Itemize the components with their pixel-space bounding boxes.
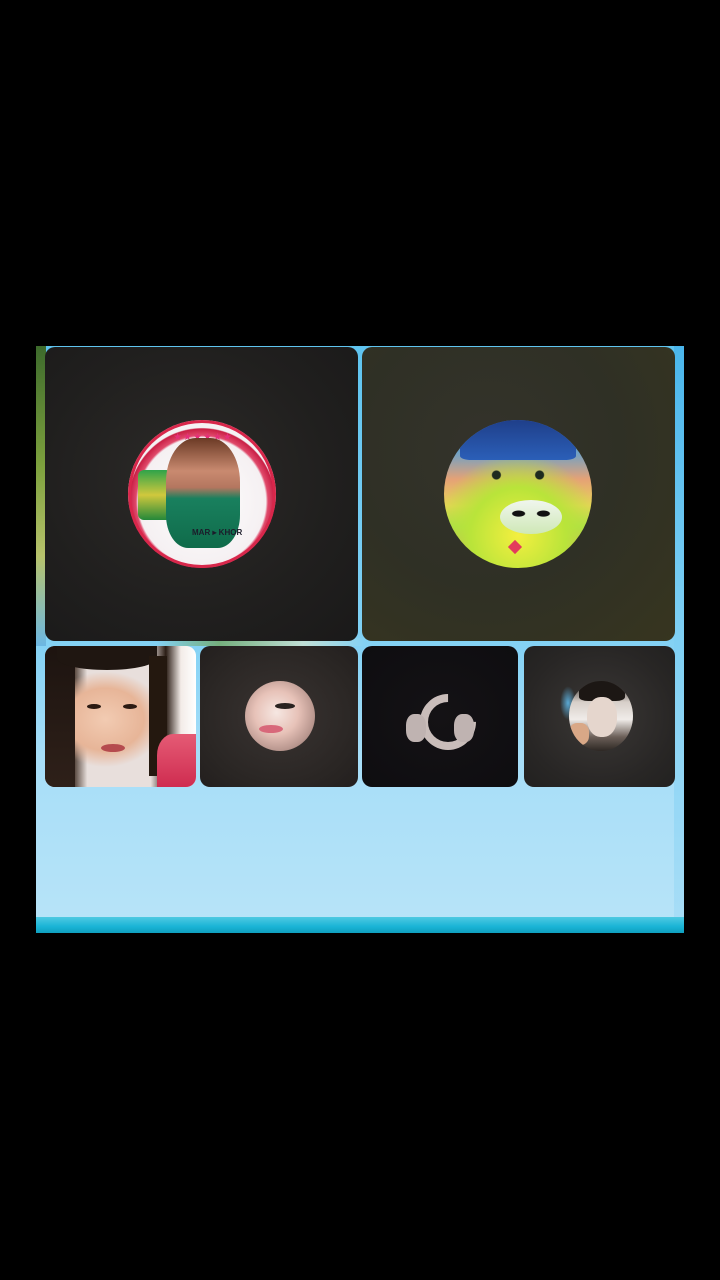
participant-tile-5[interactable] <box>362 646 518 787</box>
participant-tile-4[interactable] <box>200 646 358 787</box>
badge-avatar-icon: ★★★★★★ MAR ▸ KHOR <box>128 420 276 568</box>
participant-tile-6[interactable] <box>524 646 675 787</box>
stage-bottom-bar <box>36 917 684 933</box>
badge-label: MAR ▸ KHOR <box>192 528 243 537</box>
video-call-stage: ★★★★★★ MAR ▸ KHOR <box>36 346 684 933</box>
background-sky-edge <box>674 346 684 933</box>
person-video <box>45 646 196 787</box>
avatar-eye <box>275 703 295 709</box>
man-avatar-icon <box>569 681 633 751</box>
avatar-eyes <box>482 468 554 482</box>
video-eye-right <box>123 704 137 709</box>
video-hair-left <box>45 646 75 787</box>
avatar-lips <box>259 725 283 733</box>
joker-face <box>500 500 562 534</box>
participant-tile-3[interactable] <box>45 646 196 787</box>
video-eye-left <box>87 704 101 709</box>
joker-avatar-icon <box>444 420 592 568</box>
video-shoulder <box>157 734 196 787</box>
arm-left <box>406 714 426 742</box>
video-hair-top <box>57 646 157 670</box>
participant-tile-2[interactable] <box>362 347 675 641</box>
avatar-hair <box>460 420 576 460</box>
participant-tile-1[interactable]: ★★★★★★ MAR ▸ KHOR <box>45 347 358 641</box>
face-avatar-icon <box>245 681 315 751</box>
heart-hands-avatar-icon <box>406 682 488 762</box>
heart-icon <box>507 539 523 555</box>
avatar-face <box>587 697 617 737</box>
video-mouth <box>101 744 125 752</box>
arm-right <box>454 714 474 742</box>
avatar-hand <box>569 723 589 745</box>
